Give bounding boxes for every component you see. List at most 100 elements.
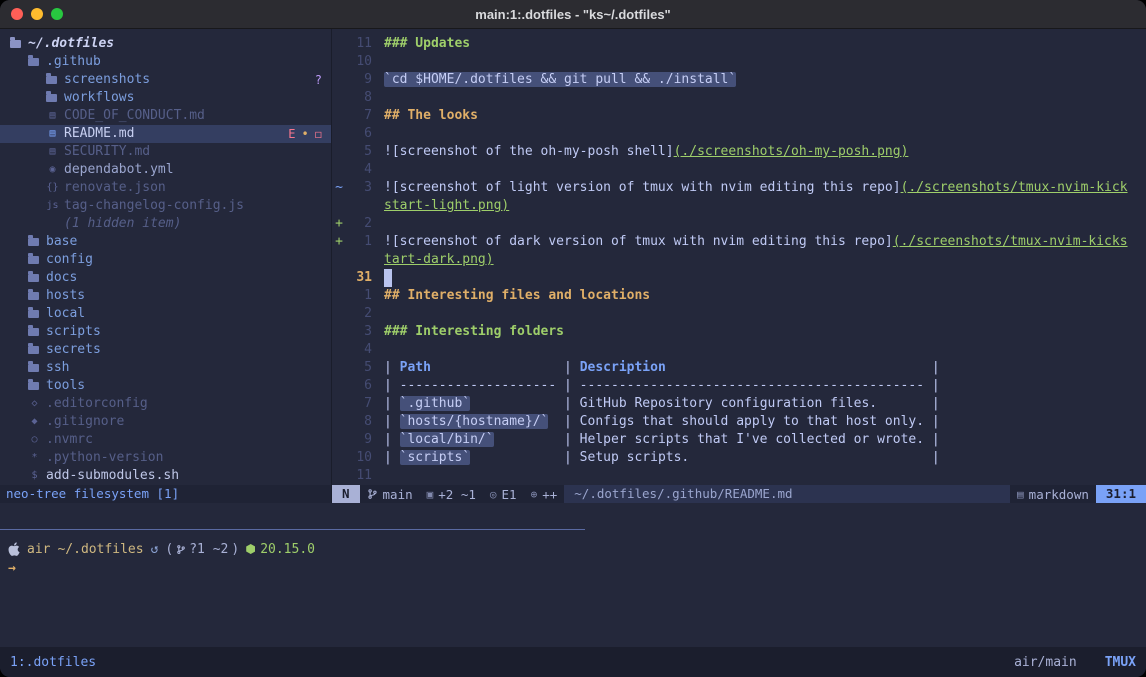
editor-line[interactable]: 8| `hosts/{hostname}/` | Configs that sh… bbox=[332, 413, 1146, 431]
editor-line[interactable]: +1![screenshot of dark version of tmux w… bbox=[332, 233, 1146, 251]
editor-line[interactable]: ~3![screenshot of light version of tmux … bbox=[332, 179, 1146, 197]
folder-icon bbox=[28, 346, 39, 354]
editor-line[interactable]: 31 bbox=[332, 269, 1146, 287]
git-sign bbox=[332, 359, 346, 377]
git-sign bbox=[332, 35, 346, 53]
text-segment: (./screenshots/oh-my-posh.png) bbox=[674, 144, 909, 159]
folder-icon bbox=[46, 76, 57, 84]
neo-tree-panel: ~/.dotfiles.githubscreenshots?workflows▤… bbox=[0, 29, 331, 503]
git-sign bbox=[332, 467, 346, 485]
tmux-pane-border[interactable] bbox=[0, 529, 1146, 530]
editor-line[interactable]: 7## The looks bbox=[332, 107, 1146, 125]
tree-item-label: screenshots bbox=[64, 71, 150, 89]
tree-item[interactable]: ○.nvmrc bbox=[0, 431, 331, 449]
editor-lines[interactable]: 11### Updates109`cd $HOME/.dotfiles && g… bbox=[332, 29, 1146, 485]
tree-item-label: hosts bbox=[46, 287, 85, 305]
editor-line[interactable]: 3### Interesting folders bbox=[332, 323, 1146, 341]
statusline-extra: ⊕ ++ bbox=[524, 485, 565, 503]
tree-item-label: .python-version bbox=[46, 449, 163, 467]
tree-item[interactable]: ▤CODE_OF_CONDUCT.md bbox=[0, 107, 331, 125]
editor-line[interactable]: 7| `.github` | GitHub Repository configu… bbox=[332, 395, 1146, 413]
editor-line[interactable]: 2 bbox=[332, 305, 1146, 323]
git-sign bbox=[332, 161, 346, 179]
minimize-button[interactable] bbox=[31, 8, 43, 20]
tree-item[interactable]: docs bbox=[0, 269, 331, 287]
tmux-badge: TMUX bbox=[1105, 655, 1136, 670]
line-number: 9 bbox=[346, 71, 372, 89]
tree-item[interactable]: secrets bbox=[0, 341, 331, 359]
tree-item-label: .gitignore bbox=[46, 413, 124, 431]
tree-item[interactable]: base bbox=[0, 233, 331, 251]
editor-line[interactable]: 11 bbox=[332, 467, 1146, 485]
tree-item[interactable]: (1 hidden item) bbox=[0, 215, 331, 233]
editor-line[interactable]: 9| `local/bin/` | Helper scripts that I'… bbox=[332, 431, 1146, 449]
close-button[interactable] bbox=[11, 8, 23, 20]
tree-item[interactable]: ▤README.mdE•◻ bbox=[0, 125, 331, 143]
tree-item[interactable]: config bbox=[0, 251, 331, 269]
folder-icon bbox=[46, 94, 57, 102]
line-number: 7 bbox=[346, 395, 372, 413]
git-branch[interactable]: main bbox=[360, 485, 420, 503]
tmux-status-bar: 1:.dotfiles air/main TMUX bbox=[0, 647, 1146, 677]
tmux-window-name[interactable]: 1:.dotfiles bbox=[10, 655, 96, 670]
shell-pane[interactable]: air ~/.dotfiles ↺ ( ?1 ~2 ) 20.15.0 → bbox=[0, 530, 1146, 647]
text-segment: `hosts/{hostname}/` bbox=[400, 414, 549, 429]
tree-item[interactable]: js tag-changelog-config.js bbox=[0, 197, 331, 215]
tree-item-label: tools bbox=[46, 377, 85, 395]
cursor-position: 31:1 bbox=[1096, 485, 1146, 503]
editor-line[interactable]: 5![screenshot of the oh-my-posh shell](.… bbox=[332, 143, 1146, 161]
tree-item[interactable]: local bbox=[0, 305, 331, 323]
cfg-file-icon: ◇ bbox=[28, 395, 41, 413]
editor-line[interactable]: 6| -------------------- | --------------… bbox=[332, 377, 1146, 395]
line-text: | `hosts/{hostname}/` | Configs that sho… bbox=[384, 413, 940, 431]
tree-item[interactable]: scripts bbox=[0, 323, 331, 341]
editor-line[interactable]: 6 bbox=[332, 125, 1146, 143]
tree-item[interactable]: {}renovate.json bbox=[0, 179, 331, 197]
editor-line[interactable]: 5| Path | Description | bbox=[332, 359, 1146, 377]
editor-line[interactable]: tart-dark.png) bbox=[332, 251, 1146, 269]
tree-item-label: CODE_OF_CONDUCT.md bbox=[64, 107, 205, 125]
sh-file-icon: $ bbox=[28, 467, 41, 485]
zoom-button[interactable] bbox=[51, 8, 63, 20]
text-segment: start-light.png) bbox=[384, 198, 509, 213]
tree-item[interactable]: tools bbox=[0, 377, 331, 395]
text-segment: ![screenshot of the oh-my-posh shell] bbox=[384, 144, 674, 159]
tree-item-label: scripts bbox=[46, 323, 101, 341]
editor-line[interactable]: 9`cd $HOME/.dotfiles && git pull && ./in… bbox=[332, 71, 1146, 89]
tree-item[interactable]: ◇.editorconfig bbox=[0, 395, 331, 413]
tree-item[interactable]: .github bbox=[0, 53, 331, 71]
tree-item[interactable]: $add-submodules.sh bbox=[0, 467, 331, 485]
tree-item[interactable]: hosts bbox=[0, 287, 331, 305]
text-segment: | Helper scripts that I've collected or … bbox=[494, 432, 940, 447]
editor-line[interactable]: +2 bbox=[332, 215, 1146, 233]
git-sign bbox=[332, 449, 346, 467]
tree-item[interactable]: * .python-version bbox=[0, 449, 331, 467]
editor-line[interactable]: 8 bbox=[332, 89, 1146, 107]
tree-item-label: tag-changelog-config.js bbox=[64, 197, 244, 215]
line-text: | `local/bin/` | Helper scripts that I'v… bbox=[384, 431, 940, 449]
tree-item[interactable]: screenshots? bbox=[0, 71, 331, 89]
editor-line[interactable]: start-light.png) bbox=[332, 197, 1146, 215]
tree-item-label: ssh bbox=[46, 359, 69, 377]
editor-line[interactable]: 4 bbox=[332, 161, 1146, 179]
tree-item[interactable]: ssh bbox=[0, 359, 331, 377]
line-number: 11 bbox=[346, 467, 372, 485]
editor-line[interactable]: 10 bbox=[332, 53, 1146, 71]
tree-item[interactable]: ▤SECURITY.md bbox=[0, 143, 331, 161]
js-file-icon: js bbox=[46, 197, 59, 215]
diagnostics-icon: ◎ bbox=[490, 488, 497, 501]
editor-line[interactable]: 10| `scripts` | Setup scripts. | bbox=[332, 449, 1146, 467]
file-tree[interactable]: ~/.dotfiles.githubscreenshots?workflows▤… bbox=[0, 29, 331, 485]
text-segment: | bbox=[384, 396, 400, 411]
py-file-icon: * bbox=[28, 449, 41, 467]
editor-line[interactable]: 1## Interesting files and locations bbox=[332, 287, 1146, 305]
tree-item[interactable]: workflows bbox=[0, 89, 331, 107]
extra-text: ++ bbox=[542, 487, 557, 502]
tree-item[interactable]: ~/.dotfiles bbox=[0, 35, 331, 53]
editor-line[interactable]: 11### Updates bbox=[332, 35, 1146, 53]
tree-item[interactable]: ◆.gitignore bbox=[0, 413, 331, 431]
git-diff: ▣ +2 ~1 bbox=[420, 485, 483, 503]
text-segment: | bbox=[666, 360, 940, 375]
tree-item[interactable]: ◉dependabot.yml bbox=[0, 161, 331, 179]
editor-line[interactable]: 4 bbox=[332, 341, 1146, 359]
